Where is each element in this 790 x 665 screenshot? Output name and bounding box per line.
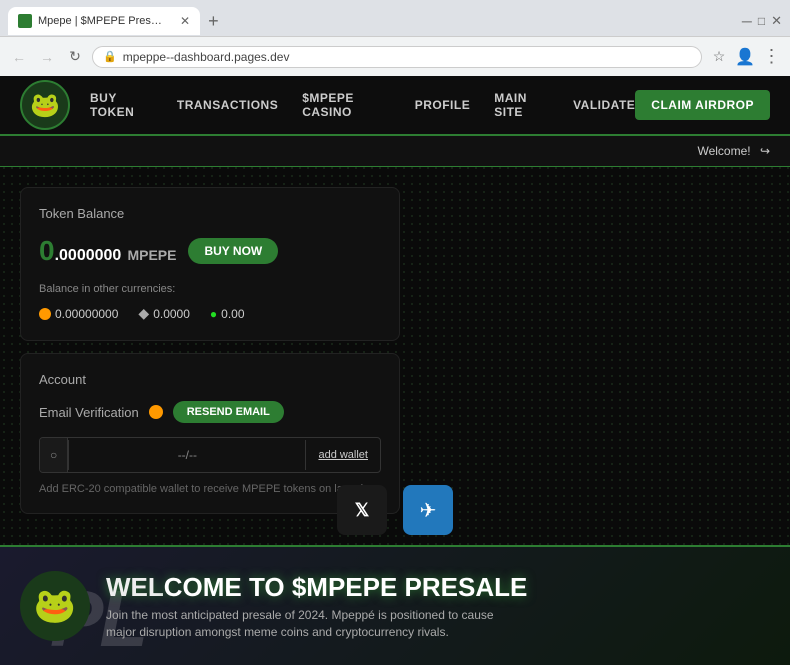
nav-buy-token[interactable]: BUY TOKEN: [90, 91, 153, 119]
site-logo: 🐸: [20, 80, 70, 130]
logout-icon[interactable]: ↪: [760, 144, 770, 158]
maximize-button[interactable]: □: [758, 14, 765, 28]
token-amount-display: 0.0000000 MPEPE: [39, 235, 176, 267]
address-bar[interactable]: 🔒 mpeppe--dashboard.pages.dev: [92, 46, 702, 68]
usdt-value: 0.00: [221, 307, 244, 321]
claim-airdrop-button[interactable]: CLAIM AIRDROP: [635, 90, 770, 120]
btc-balance: 0.00000000: [39, 307, 118, 321]
usdt-icon: ●: [210, 307, 217, 321]
usdt-balance: ● 0.00: [210, 307, 245, 321]
amount-zero: 0: [39, 235, 55, 266]
menu-button[interactable]: ⋮: [760, 46, 782, 68]
tab-close-button[interactable]: ✕: [180, 14, 190, 28]
hero-text: WELCOME TO $MPEPE PRESALE Join the most …: [106, 572, 527, 641]
eth-value: 0.0000: [153, 307, 190, 321]
nav-main-site[interactable]: MAIN SITE: [494, 91, 549, 119]
social-buttons: 𝕏 ✈: [337, 485, 453, 535]
main-content: Token Balance 0.0000000 MPEPE BUY NOW Ba…: [0, 167, 790, 534]
nav-profile[interactable]: PROFILE: [415, 98, 471, 112]
forward-button[interactable]: →: [36, 46, 58, 68]
eth-balance: ◆ 0.0000: [138, 305, 189, 322]
circle-icon: ○: [50, 448, 57, 462]
email-status-dot: [149, 405, 163, 419]
toolbar-actions: ☆ 👤 ⋮: [708, 46, 782, 68]
btc-icon: [39, 308, 51, 320]
secure-icon: 🔒: [103, 50, 117, 63]
email-verification-row: Email Verification RESEND EMAIL: [39, 401, 381, 423]
account-title: Account: [39, 372, 381, 387]
logo-emoji: 🐸: [30, 91, 60, 120]
telegram-button[interactable]: ✈: [403, 485, 453, 535]
welcome-text: Welcome! ↪: [691, 144, 770, 158]
eth-icon: ◆: [138, 305, 149, 322]
token-symbol: MPEPE: [127, 247, 176, 263]
site-nav: 🐸 BUY TOKEN TRANSACTIONS $MPEPE CASINO P…: [0, 76, 790, 136]
twitter-button[interactable]: 𝕏: [337, 485, 387, 535]
telegram-icon: ✈: [420, 498, 437, 523]
nav-validate[interactable]: VALIDATE: [573, 98, 635, 112]
hero-title-part1: WEL: [106, 572, 164, 602]
email-label: Email Verification: [39, 405, 139, 420]
wallet-address-display: --/--: [68, 440, 306, 470]
tab-favicon: [18, 14, 32, 28]
hero-title: WELCOME TO $MPEPE PRESALE: [106, 572, 527, 603]
profile-button[interactable]: 👤: [734, 46, 756, 68]
add-wallet-button[interactable]: add wallet: [306, 441, 380, 469]
token-balance-card: Token Balance 0.0000000 MPEPE BUY NOW Ba…: [20, 187, 400, 341]
btc-value: 0.00000000: [55, 307, 118, 321]
browser-tab[interactable]: Mpepe | $MPEPE Presale Live... ✕: [8, 7, 200, 35]
buy-now-button[interactable]: BUY NOW: [188, 238, 278, 264]
hero-subtitle-1: Join the most anticipated presale of 202…: [106, 607, 527, 624]
nav-transactions[interactable]: TRANSACTIONS: [177, 98, 278, 112]
resend-email-button[interactable]: RESEND EMAIL: [173, 401, 284, 423]
url-text: mpeppe--dashboard.pages.dev: [123, 50, 691, 64]
twitter-icon: 𝕏: [355, 500, 370, 521]
token-balance-title: Token Balance: [39, 206, 381, 221]
wallet-icon: ○: [40, 438, 68, 472]
bookmark-button[interactable]: ☆: [708, 46, 730, 68]
close-button[interactable]: ✕: [771, 13, 782, 29]
back-button[interactable]: ←: [8, 46, 30, 68]
hero-frog: 🐸: [20, 571, 90, 641]
wallet-row: ○ --/-- add wallet: [39, 437, 381, 473]
browser-toolbar: ← → ↻ 🔒 mpeppe--dashboard.pages.dev ☆ 👤 …: [0, 36, 790, 76]
minimize-button[interactable]: ─: [742, 13, 752, 29]
nav-smpepe-casino[interactable]: $MPEPE CASINO: [302, 91, 391, 119]
browser-chrome: Mpepe | $MPEPE Presale Live... ✕ + ─ □ ✕…: [0, 0, 790, 76]
reload-button[interactable]: ↻: [64, 46, 86, 68]
hero-frog-emoji: 🐸: [34, 586, 76, 626]
hero-banner: PL 🐸 WELCOME TO $MPEPE PRESALE Join the …: [0, 545, 790, 665]
hero-title-part2: COME TO $MPEPE PRESALE: [164, 572, 528, 602]
amount-decimal: .0000000: [55, 247, 122, 264]
currency-row: 0.00000000 ◆ 0.0000 ● 0.00: [39, 305, 381, 322]
new-tab-button[interactable]: +: [208, 11, 219, 32]
nav-links: BUY TOKEN TRANSACTIONS $MPEPE CASINO PRO…: [90, 91, 635, 119]
website-content: 🐸 BUY TOKEN TRANSACTIONS $MPEPE CASINO P…: [0, 76, 790, 665]
hero-subtitle-2: major disruption amongst meme coins and …: [106, 624, 527, 641]
other-currencies-label: Balance in other currencies:: [39, 283, 381, 295]
welcome-bar: Welcome! ↪: [0, 136, 790, 167]
erc20-note: Add ERC-20 compatible wallet to receive …: [39, 483, 381, 495]
tab-title: Mpepe | $MPEPE Presale Live...: [38, 15, 168, 27]
browser-titlebar: Mpepe | $MPEPE Presale Live... ✕ + ─ □ ✕: [0, 0, 790, 36]
token-balance-row: 0.0000000 MPEPE BUY NOW: [39, 235, 381, 267]
